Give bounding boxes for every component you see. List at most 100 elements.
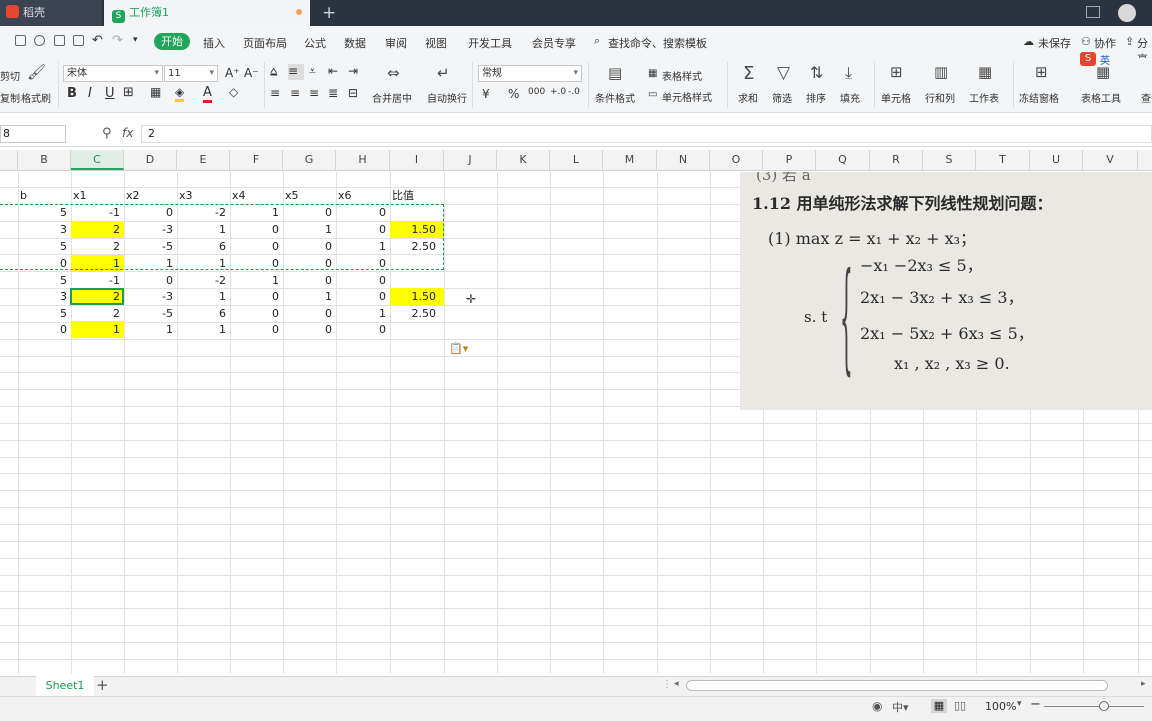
column-header[interactable]: G [283, 150, 336, 170]
column-header[interactable]: L [550, 150, 603, 170]
collaborate-button[interactable]: 协作 [1094, 35, 1116, 51]
fill-style-icon[interactable]: ▦ [150, 85, 161, 99]
name-box[interactable]: 8 [0, 125, 66, 143]
table-cell[interactable] [390, 272, 444, 289]
align-left-icon[interactable]: ≡ [270, 86, 280, 100]
merge-center-button[interactable]: 合并居中 [372, 90, 412, 105]
table-cell[interactable] [390, 321, 444, 338]
table-cell[interactable]: 0 [230, 305, 283, 322]
clear-format-icon[interactable]: ◇ [229, 85, 238, 99]
tab-workbook[interactable]: S 工作簿1 [104, 0, 310, 26]
table-tools-button[interactable]: 表格工具 [1081, 90, 1121, 105]
paste-options-icon[interactable]: 📋▾ [449, 342, 468, 355]
copy-button[interactable]: 复制 [0, 90, 20, 105]
print-icon[interactable] [54, 35, 65, 46]
conditional-format-button[interactable]: 条件格式 [595, 90, 635, 105]
column-header[interactable]: S [923, 150, 976, 170]
table-cell[interactable]: 0 [336, 288, 390, 305]
table-cell[interactable]: 5 [18, 305, 71, 322]
table-header-cell[interactable]: 比值 [390, 187, 444, 204]
zoom-slider[interactable] [1044, 706, 1144, 707]
scroll-left-icon[interactable]: ◂ [674, 679, 679, 689]
page-view-icon[interactable]: ▯▯ [954, 699, 966, 712]
sum-button[interactable]: 求和 [738, 90, 758, 105]
add-sheet-icon[interactable]: + [96, 676, 109, 694]
table-cell[interactable]: 1 [283, 288, 336, 305]
zoom-formula-icon[interactable]: ⚲ [102, 126, 112, 141]
undo-icon[interactable]: ↶ [92, 33, 103, 48]
shrink-font-icon[interactable]: A⁻ [244, 66, 259, 80]
table-header-cell[interactable]: x6 [336, 187, 390, 204]
column-header[interactable]: F [230, 150, 283, 170]
wrap-text-button[interactable]: 自动换行 [427, 90, 467, 105]
table-header-cell[interactable]: x4 [230, 187, 283, 204]
menu-data[interactable]: 数据 [344, 35, 366, 51]
table-cell[interactable]: 0 [283, 272, 336, 289]
worksheet-button[interactable]: 工作表 [969, 90, 999, 105]
zoom-slider-thumb[interactable] [1099, 701, 1109, 711]
menu-start[interactable]: 开始 [154, 33, 190, 50]
grow-font-icon[interactable]: A⁺ [225, 66, 240, 80]
table-cell[interactable]: 0 [230, 321, 283, 338]
table-cell[interactable]: 0 [18, 321, 71, 338]
font-name-select[interactable]: 宋体 [63, 65, 163, 82]
column-header[interactable]: N [657, 150, 710, 170]
table-cell[interactable]: 5 [18, 272, 71, 289]
table-cell[interactable]: 1 [177, 321, 230, 338]
table-cell[interactable]: 2 [71, 305, 124, 322]
fill-button[interactable]: 填充 [840, 90, 860, 105]
align-center-icon[interactable]: ≡ [290, 86, 300, 100]
table-cell[interactable]: -2 [177, 272, 230, 289]
column-header[interactable]: J [444, 150, 497, 170]
new-tab-icon[interactable]: + [322, 3, 336, 23]
table-cell[interactable]: 0 [336, 321, 390, 338]
cell-style-button[interactable]: 单元格样式 [662, 89, 712, 104]
normal-view-icon[interactable]: ▦ [931, 699, 947, 713]
border-icon[interactable]: ⊞ [123, 85, 134, 100]
indent-decrease-icon[interactable]: ⇤ [328, 64, 338, 78]
increase-decimal-icon[interactable]: +.0 [550, 87, 566, 97]
format-painter-button[interactable]: 格式刷 [21, 90, 51, 105]
column-header-a[interactable] [0, 150, 18, 170]
table-cell[interactable]: -1 [71, 272, 124, 289]
row-col-button[interactable]: 行和列 [925, 90, 955, 105]
ime-language[interactable]: 英 [1100, 52, 1110, 67]
table-cell[interactable]: 0 [230, 288, 283, 305]
font-color-icon[interactable]: A [203, 85, 212, 103]
menu-member[interactable]: 会员专享 [532, 35, 576, 51]
font-size-select[interactable]: 11 [164, 65, 218, 82]
table-cell[interactable]: 1 [124, 321, 177, 338]
pasted-image[interactable]: (3) 若 a 1.12 用单纯形法求解下列线性规划问题： (1) max z … [740, 172, 1152, 410]
table-cell[interactable]: -5 [124, 305, 177, 322]
table-header-cell[interactable]: x5 [283, 187, 336, 204]
column-header[interactable]: B [18, 150, 71, 170]
column-header[interactable]: Q [816, 150, 870, 170]
decrease-decimal-icon[interactable]: -.0 [568, 87, 580, 97]
table-cell[interactable]: 0 [283, 321, 336, 338]
scroll-right-icon[interactable]: ▸ [1141, 679, 1146, 689]
table-cell[interactable]: 1 [177, 288, 230, 305]
ime-status-icon[interactable]: 中▾ [892, 699, 909, 715]
table-header-cell[interactable]: b [18, 187, 71, 204]
table-cell-highlight[interactable]: 1 [71, 321, 124, 338]
align-bottom-icon[interactable]: ⩡ [309, 64, 316, 79]
cut-button[interactable]: 剪切 [0, 68, 20, 83]
bold-icon[interactable]: B [67, 86, 77, 101]
eye-protection-icon[interactable]: ◉ [872, 699, 882, 713]
sort-button[interactable]: 排序 [806, 90, 826, 105]
fill-color-icon[interactable]: ◈ [175, 85, 185, 102]
redo-icon[interactable]: ↷ [112, 33, 123, 48]
tab-docer[interactable]: 稻壳 [0, 0, 102, 26]
table-style-button[interactable]: 表格样式 [662, 68, 702, 83]
table-cell[interactable]: 3 [18, 288, 71, 305]
column-header[interactable]: H [336, 150, 390, 170]
table-header-cell[interactable]: x1 [71, 187, 124, 204]
column-header[interactable]: P [763, 150, 816, 170]
window-layout-icon[interactable] [1086, 6, 1100, 18]
menu-page-layout[interactable]: 页面布局 [243, 35, 287, 51]
table-cell[interactable]: 2.50 [390, 305, 444, 322]
search-command-input[interactable]: 查找命令、搜索模板 [608, 35, 707, 51]
column-header[interactable]: M [603, 150, 657, 170]
zoom-out-icon[interactable]: − [1030, 697, 1041, 712]
align-top-icon[interactable]: ⩠ [270, 64, 277, 79]
